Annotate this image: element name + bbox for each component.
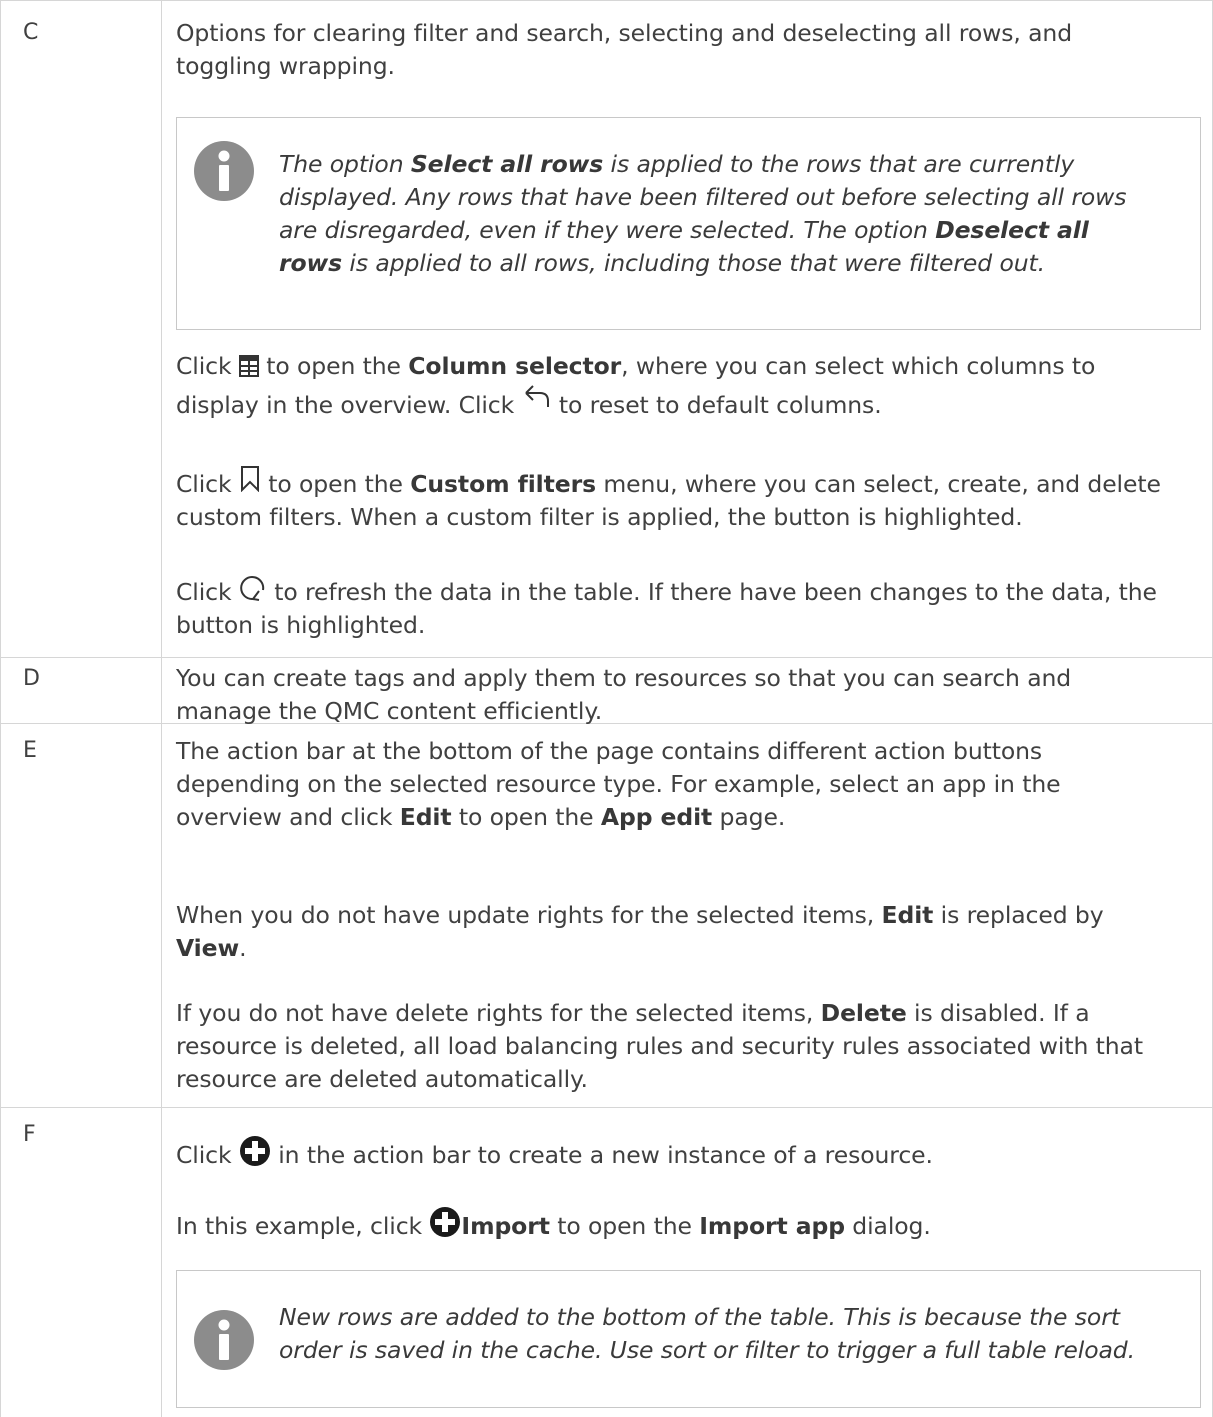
row-f-import-text: In this example, click Import to open th… (176, 1206, 1196, 1243)
info-note: The option Select all rows is applied to… (176, 117, 1201, 330)
plus-circle-icon[interactable] (429, 1206, 461, 1238)
text-line: Options for clearing filter and search, … (176, 19, 1073, 47)
row-key: F (23, 1122, 36, 1147)
plus-circle-icon[interactable] (239, 1135, 271, 1167)
row-c-refresh-text: Click to refresh the data in the table. … (176, 574, 1196, 642)
note-text: The option Select all rows is applied to… (279, 150, 1127, 277)
table-row-c: C Options for clearing filter and search… (0, 1, 1213, 658)
table-row-d: D You can create tags and apply them to … (0, 657, 1213, 725)
table-row-f: F Click in the action bar to create a ne… (0, 1107, 1213, 1417)
reset-arrow-icon[interactable] (522, 383, 552, 409)
row-c-column-selector-text: Click to open the Column selector, where… (176, 352, 1096, 419)
row-e-delete-rights-text: If you do not have delete rights for the… (176, 999, 1143, 1093)
row-key: E (23, 738, 37, 763)
row-e-update-rights-text: When you do not have update rights for t… (176, 901, 1104, 962)
info-icon (194, 141, 254, 201)
note-text: New rows are added to the bottom of the … (279, 1303, 1135, 1364)
column-selector-icon[interactable] (238, 355, 259, 377)
info-note: New rows are added to the bottom of the … (176, 1270, 1201, 1408)
feature-table: C Options for clearing filter and search… (0, 0, 1213, 1417)
row-f-create-text: Click in the action bar to create a new … (176, 1135, 1196, 1172)
row-key: C (23, 20, 39, 45)
table-row-e: E The action bar at the bottom of the pa… (0, 723, 1213, 1108)
refresh-icon[interactable] (239, 574, 267, 602)
bookmark-icon[interactable] (239, 466, 261, 492)
row-c-custom-filters-text: Click to open the Custom filters menu, w… (176, 466, 1196, 534)
row-key: D (23, 666, 40, 691)
row-d-text: You can create tags and apply them to re… (176, 664, 1072, 725)
row-c-intro: Options for clearing filter and search, … (176, 17, 1196, 83)
row-e-action-bar-text: The action bar at the bottom of the page… (176, 737, 1061, 831)
info-icon (194, 1310, 254, 1370)
text-line: toggling wrapping. (176, 52, 395, 80)
